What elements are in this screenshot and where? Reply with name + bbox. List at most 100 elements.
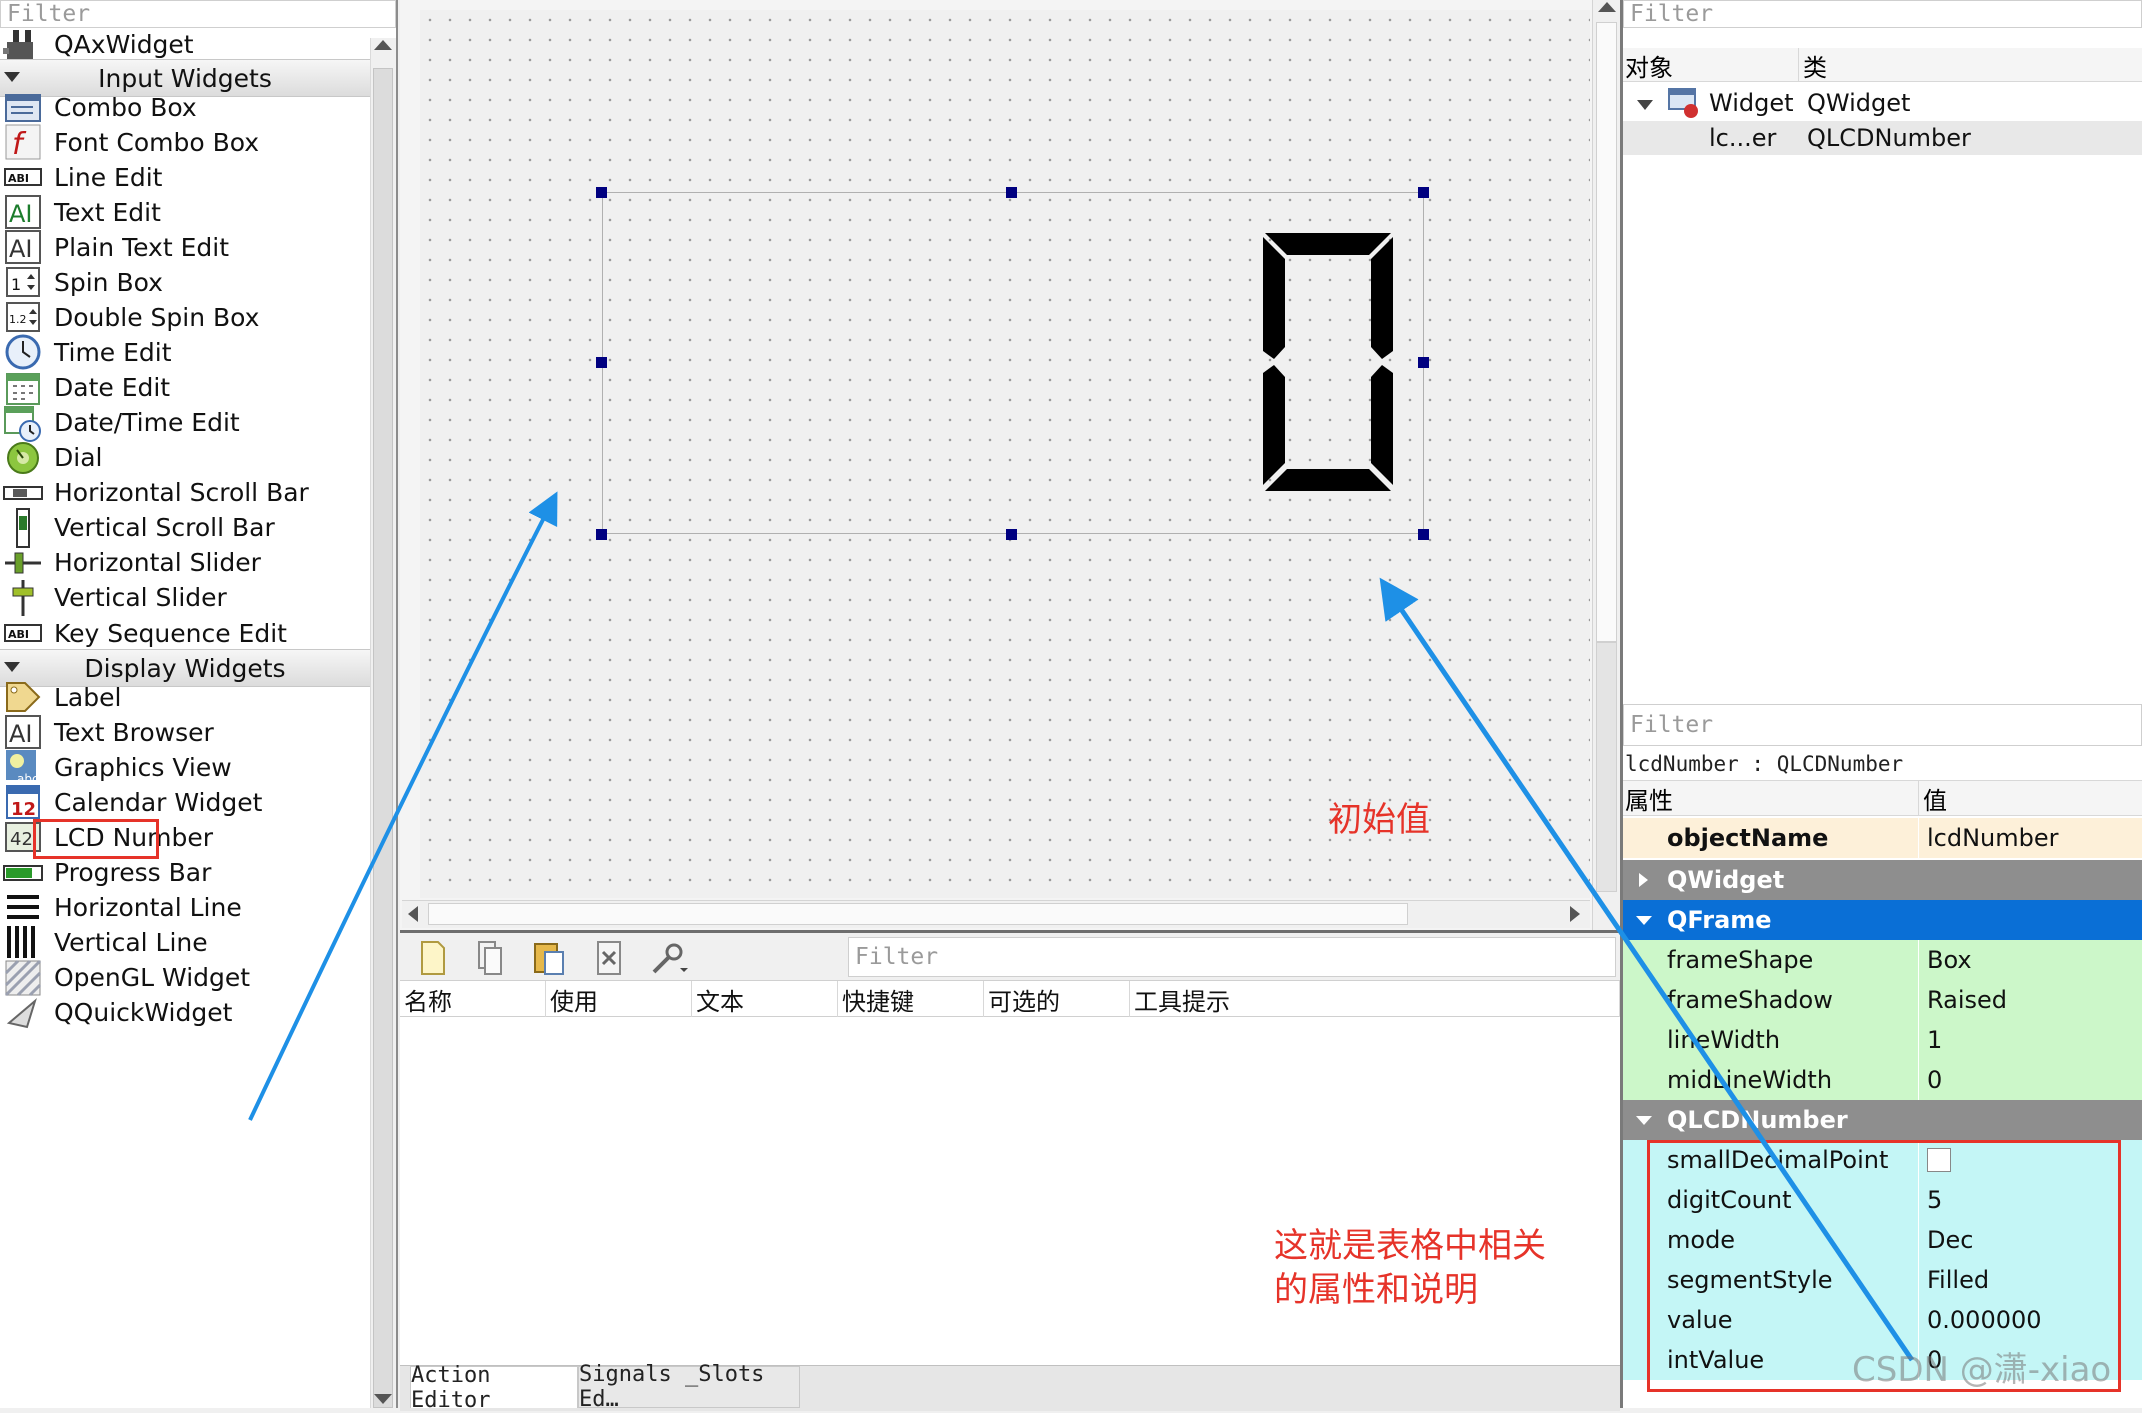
scroll-thumb[interactable] [1596, 22, 1617, 642]
widget-item-label: QQuickWidget [54, 998, 233, 1028]
property-context-label: lcdNumber : QLCDNumber [1625, 752, 1904, 776]
object-name: Widget [1709, 89, 1794, 117]
column-header-object[interactable]: 对象 [1623, 48, 1799, 82]
section-qwidget[interactable]: QWidget [1623, 860, 2142, 900]
scroll-up-icon[interactable] [1598, 2, 1616, 12]
property-name: midLineWidth [1623, 1060, 1919, 1100]
object-filter-input[interactable]: Filter [1623, 0, 2142, 28]
widget-item-label: QAxWidget [54, 29, 194, 59]
collapse-arrow-icon [4, 662, 20, 672]
column-header-name[interactable]: 名称 [400, 981, 546, 1017]
form-vertical-scrollbar[interactable] [1592, 0, 1620, 930]
expand-arrow-icon[interactable] [1637, 100, 1653, 110]
object-inspector-panel: Filter 对象 类 Widget QWidget lc...er QLCDN… [1620, 0, 2142, 700]
collapse-arrow-icon[interactable] [1636, 916, 1652, 925]
column-header-property[interactable]: 属性 [1623, 781, 1919, 815]
property-value[interactable]: lcdNumber [1919, 818, 2142, 858]
column-header-shortcut[interactable]: 快捷键 [838, 981, 984, 1017]
section-label: QLCDNumber [1667, 1106, 1848, 1134]
property-row-frameshadow[interactable]: frameShadow Raised [1623, 980, 2142, 1021]
property-row-midlinewidth[interactable]: midLineWidth 0 [1623, 1060, 2142, 1101]
object-tree-row-lcdnumber[interactable]: lc...er QLCDNumber [1623, 121, 2142, 155]
expand-arrow-icon[interactable] [1639, 873, 1648, 887]
object-class: QLCDNumber [1807, 124, 1971, 152]
column-header-tooltip[interactable]: 工具提示 [1130, 981, 1620, 1017]
property-name: frameShape [1623, 940, 1919, 980]
resize-handle-bottom-left[interactable] [596, 529, 607, 540]
form-widget-icon [1667, 87, 1701, 125]
svg-text:1: 1 [11, 275, 21, 294]
object-tree-row-widget[interactable]: Widget QWidget [1623, 86, 2142, 120]
widget-box-scrollbar[interactable] [370, 38, 396, 1408]
property-value[interactable]: Box [1919, 940, 2142, 980]
scroll-left-icon[interactable] [408, 906, 418, 922]
delete-action-icon[interactable] [590, 939, 628, 977]
svg-text:ABI: ABI [8, 628, 29, 641]
property-name: frameShadow [1623, 980, 1919, 1020]
watermark-text: CSDN @潇-xiao [1852, 1350, 2112, 1390]
action-table-header: 名称 使用 文本 快捷键 可选的 工具提示 [400, 981, 1620, 1017]
svg-text:ABI: ABI [8, 172, 29, 185]
tab-signals-slots-editor[interactable]: Signals _Slots Ed… [578, 1362, 800, 1412]
collapse-arrow-icon [4, 72, 20, 82]
svg-text:42: 42 [10, 829, 33, 850]
property-editor-panel: Filter lcdNumber : QLCDNumber 属性 值 objec… [1620, 700, 2142, 1408]
object-table-header: 对象 类 [1623, 48, 2142, 82]
scroll-right-icon[interactable] [1570, 906, 1580, 922]
column-header-text[interactable]: 文本 [692, 981, 838, 1017]
new-action-icon[interactable] [414, 939, 452, 977]
action-editor-panel: Filter 名称 使用 文本 快捷键 可选的 工具提示 Action Edit… [400, 930, 1620, 1413]
key-sequence-icon: ABI [2, 612, 44, 654]
object-name: lc...er [1709, 124, 1777, 152]
section-qframe[interactable]: QFrame [1623, 900, 2142, 940]
section-qlcdnumber[interactable]: QLCDNumber [1623, 1100, 2142, 1140]
section-label: QWidget [1667, 866, 1785, 894]
scroll-up-icon[interactable] [374, 40, 392, 50]
quick-widget-icon [2, 992, 44, 1034]
collapse-arrow-icon[interactable] [1636, 1116, 1652, 1125]
property-row-frameshape[interactable]: frameShape Box [1623, 940, 2142, 981]
annotation-initial-value: 初始值 [1328, 800, 1430, 840]
form-horizontal-scrollbar[interactable] [402, 900, 1590, 928]
resize-handle-right[interactable] [1418, 357, 1429, 368]
paste-action-icon[interactable] [530, 939, 568, 977]
action-editor-toolbar: Filter [400, 933, 1620, 981]
property-row-linewidth[interactable]: lineWidth 1 [1623, 1020, 2142, 1061]
lcd-digit-zero [1263, 233, 1393, 491]
property-value[interactable]: 0 [1919, 1060, 2142, 1100]
resize-handle-bottom-right[interactable] [1418, 529, 1429, 540]
bottom-tab-bar: Action Editor Signals _Slots Ed… [400, 1362, 1620, 1413]
property-value[interactable]: Raised [1919, 980, 2142, 1020]
lcd-number-widget[interactable]: 0 [602, 192, 1424, 534]
column-header-class[interactable]: 类 [1803, 48, 2103, 82]
tab-action-editor[interactable]: Action Editor [410, 1363, 578, 1413]
scroll-track[interactable] [1596, 642, 1617, 892]
resize-handle-bottom[interactable] [1006, 529, 1017, 540]
resize-handle-top[interactable] [1006, 187, 1017, 198]
widget-box-panel: Filter QAxWidget Input Widgets Combo Box… [0, 0, 398, 1408]
copy-action-icon[interactable] [470, 939, 508, 977]
annotation-note-line1: 这就是表格中相关 [1274, 1226, 1546, 1266]
scroll-thumb[interactable] [373, 68, 393, 1408]
property-name: objectName [1623, 818, 1919, 858]
property-row-objectname[interactable]: objectName lcdNumber [1623, 818, 2142, 859]
lcd-number-highlight-box [33, 819, 159, 859]
column-header-value[interactable]: 值 [1923, 781, 2123, 815]
object-class: QWidget [1807, 89, 1911, 117]
section-label: QFrame [1667, 906, 1772, 934]
property-filter-input[interactable]: Filter [1623, 704, 2142, 746]
resize-handle-top-right[interactable] [1418, 187, 1429, 198]
configure-wrench-icon[interactable] [650, 939, 688, 977]
column-header-checkable[interactable]: 可选的 [984, 981, 1130, 1017]
property-value[interactable]: 1 [1919, 1020, 2142, 1060]
widget-item-label: Key Sequence Edit [54, 618, 287, 648]
resize-handle-top-left[interactable] [596, 187, 607, 198]
scroll-down-icon[interactable] [374, 1394, 392, 1404]
property-table-header: 属性 值 [1623, 780, 2142, 816]
widget-item-qquickwidget[interactable]: QQuickWidget [0, 989, 370, 1037]
resize-handle-left[interactable] [596, 357, 607, 368]
annotation-note-line2: 的属性和说明 [1274, 1270, 1478, 1310]
action-filter-input[interactable]: Filter [848, 937, 1616, 977]
column-header-used[interactable]: 使用 [546, 981, 692, 1017]
scroll-thumb[interactable] [428, 903, 1408, 925]
